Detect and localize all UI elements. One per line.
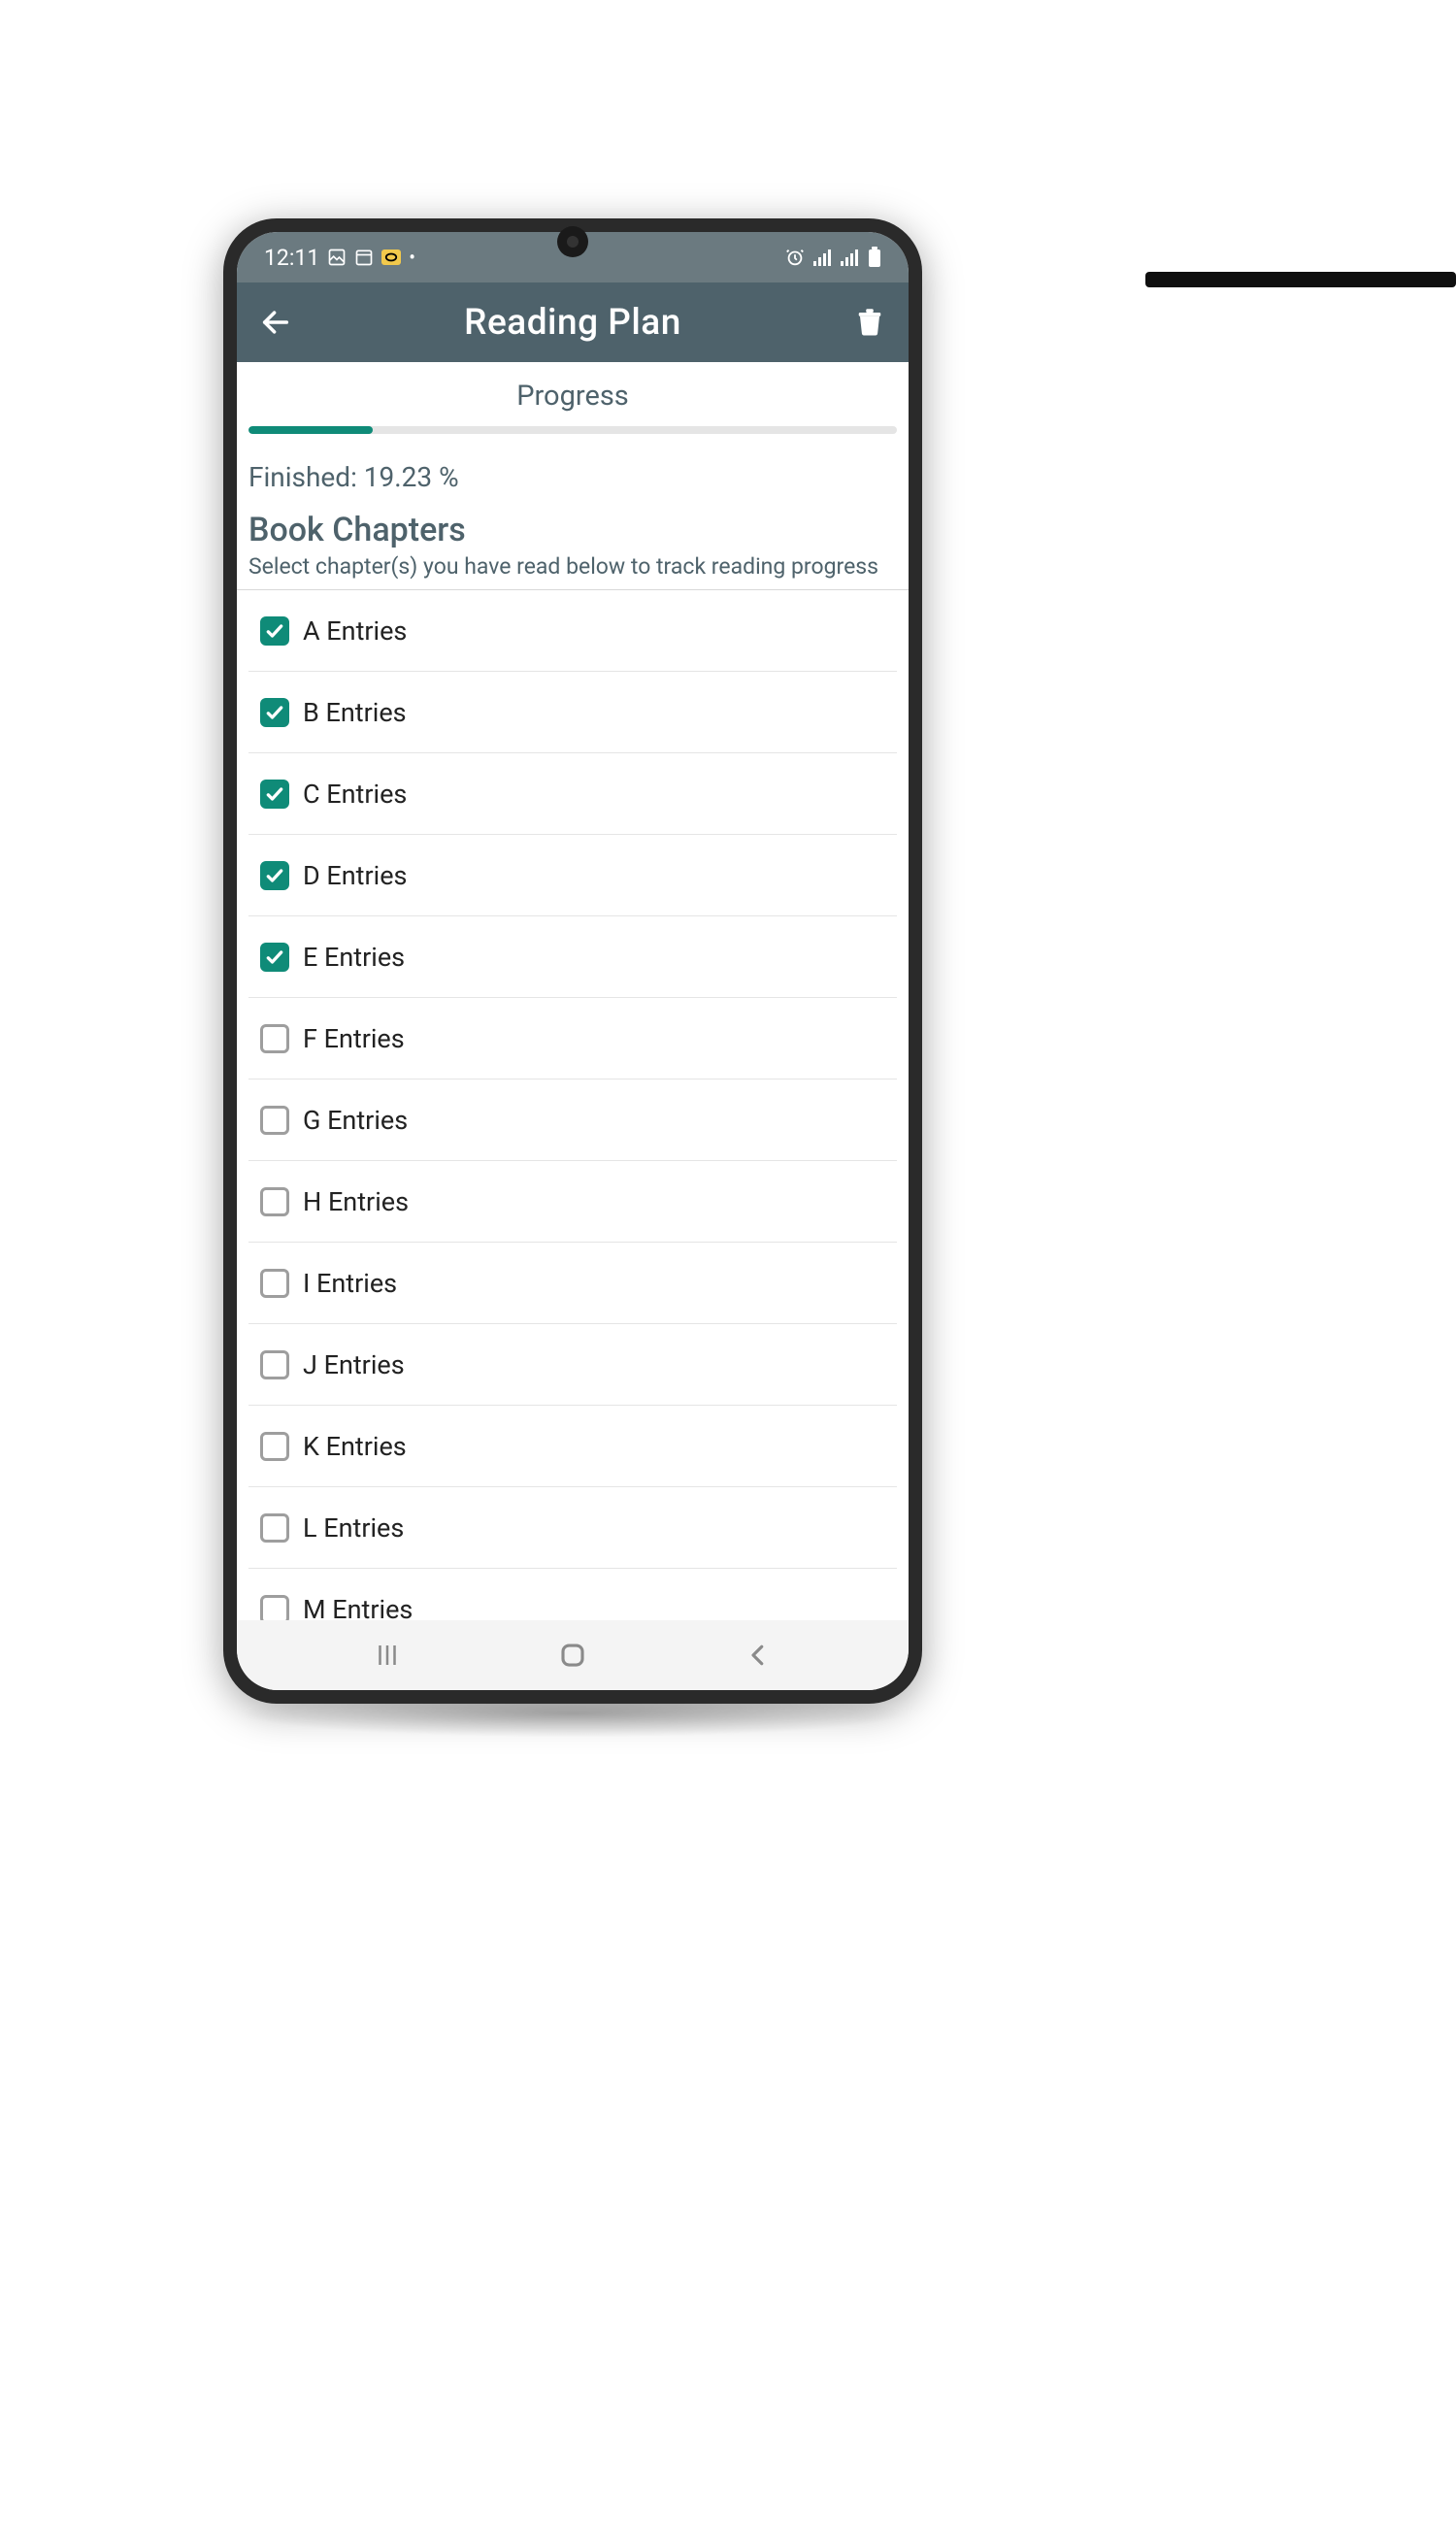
chapter-row[interactable]: K Entries <box>248 1406 897 1487</box>
chapter-label: L Entries <box>303 1512 404 1544</box>
delete-button[interactable] <box>850 303 889 342</box>
finished-text: Finished: 19.23 % <box>248 434 897 503</box>
home-icon <box>558 1641 587 1670</box>
chapter-label: H Entries <box>303 1186 409 1217</box>
check-icon <box>265 866 284 885</box>
chapter-row[interactable]: M Entries <box>248 1569 897 1620</box>
chevron-left-icon <box>744 1641 773 1670</box>
status-right-group <box>784 247 881 268</box>
chapter-checkbox[interactable] <box>260 861 289 890</box>
phone-screen: 12:11 • <box>237 232 909 1690</box>
chapter-label: E Entries <box>303 942 405 973</box>
chapter-label: F Entries <box>303 1023 405 1054</box>
chapter-checkbox[interactable] <box>260 1106 289 1135</box>
chapter-label: B Entries <box>303 697 407 728</box>
chapter-row[interactable]: L Entries <box>248 1487 897 1569</box>
check-icon <box>265 703 284 722</box>
chapter-checkbox[interactable] <box>260 1269 289 1298</box>
chapter-row[interactable]: B Entries <box>248 672 897 753</box>
chapter-checkbox[interactable] <box>260 1024 289 1053</box>
chapter-label: C Entries <box>303 779 407 810</box>
check-icon <box>265 947 284 967</box>
signal-icon <box>841 249 860 266</box>
signal-icon <box>813 249 833 266</box>
progress-label: Progress <box>248 380 897 426</box>
chapter-label: M Entries <box>303 1594 413 1621</box>
home-button[interactable] <box>548 1631 597 1679</box>
chapter-checkbox[interactable] <box>260 616 289 646</box>
chapter-row[interactable]: C Entries <box>248 753 897 835</box>
chapter-checkbox[interactable] <box>260 1187 289 1216</box>
chapter-label: G Entries <box>303 1105 408 1136</box>
chapter-label: K Entries <box>303 1431 407 1462</box>
dot-icon: • <box>409 246 415 269</box>
chapter-row[interactable]: D Entries <box>248 835 897 916</box>
decorative-side-stick <box>1145 272 1456 287</box>
chapter-row[interactable]: G Entries <box>248 1079 897 1161</box>
chapter-label: J Entries <box>303 1349 405 1380</box>
alarm-icon <box>784 247 806 268</box>
chapter-checkbox[interactable] <box>260 1432 289 1461</box>
chapter-label: A Entries <box>303 615 407 647</box>
status-left-group: 12:11 • <box>264 245 415 271</box>
check-icon <box>265 784 284 804</box>
image-icon <box>327 248 347 267</box>
chapter-row[interactable]: A Entries <box>248 590 897 672</box>
chapter-checkbox[interactable] <box>260 1513 289 1543</box>
chapter-row[interactable]: F Entries <box>248 998 897 1079</box>
progress-bar-fill <box>248 426 373 434</box>
chapter-label: D Entries <box>303 860 407 891</box>
chapter-checkbox[interactable] <box>260 780 289 809</box>
progress-bar <box>248 426 897 434</box>
chapter-list[interactable]: A Entries B Entries C Entries D Entries E En… <box>237 590 909 1620</box>
recents-icon <box>373 1641 402 1670</box>
sim-icon <box>381 249 401 265</box>
progress-section: Progress Finished: 19.23 % Book Chapters… <box>237 362 909 589</box>
camera-notch <box>557 226 588 257</box>
battery-icon <box>868 247 881 268</box>
app-bar: Reading Plan <box>237 282 909 362</box>
status-time: 12:11 <box>264 245 319 271</box>
chapter-row[interactable]: E Entries <box>248 916 897 998</box>
recents-button[interactable] <box>363 1631 412 1679</box>
nav-back-button[interactable] <box>734 1631 782 1679</box>
chapter-checkbox[interactable] <box>260 1595 289 1621</box>
chapter-checkbox[interactable] <box>260 698 289 727</box>
back-button[interactable] <box>256 303 295 342</box>
section-subheading: Select chapter(s) you have read below to… <box>248 549 897 589</box>
chapter-row[interactable]: H Entries <box>248 1161 897 1243</box>
calendar-icon <box>354 248 374 267</box>
phone-frame: 12:11 • <box>223 218 922 1704</box>
chapter-label: I Entries <box>303 1268 397 1299</box>
check-icon <box>265 621 284 641</box>
chapter-checkbox[interactable] <box>260 943 289 972</box>
chapter-checkbox[interactable] <box>260 1350 289 1379</box>
chapter-row[interactable]: I Entries <box>248 1243 897 1324</box>
system-nav-bar <box>237 1620 909 1690</box>
section-heading: Book Chapters <box>248 503 897 549</box>
arrow-left-icon <box>259 306 292 339</box>
trash-icon <box>855 306 884 339</box>
chapter-row[interactable]: J Entries <box>248 1324 897 1406</box>
page-title: Reading Plan <box>464 302 681 344</box>
